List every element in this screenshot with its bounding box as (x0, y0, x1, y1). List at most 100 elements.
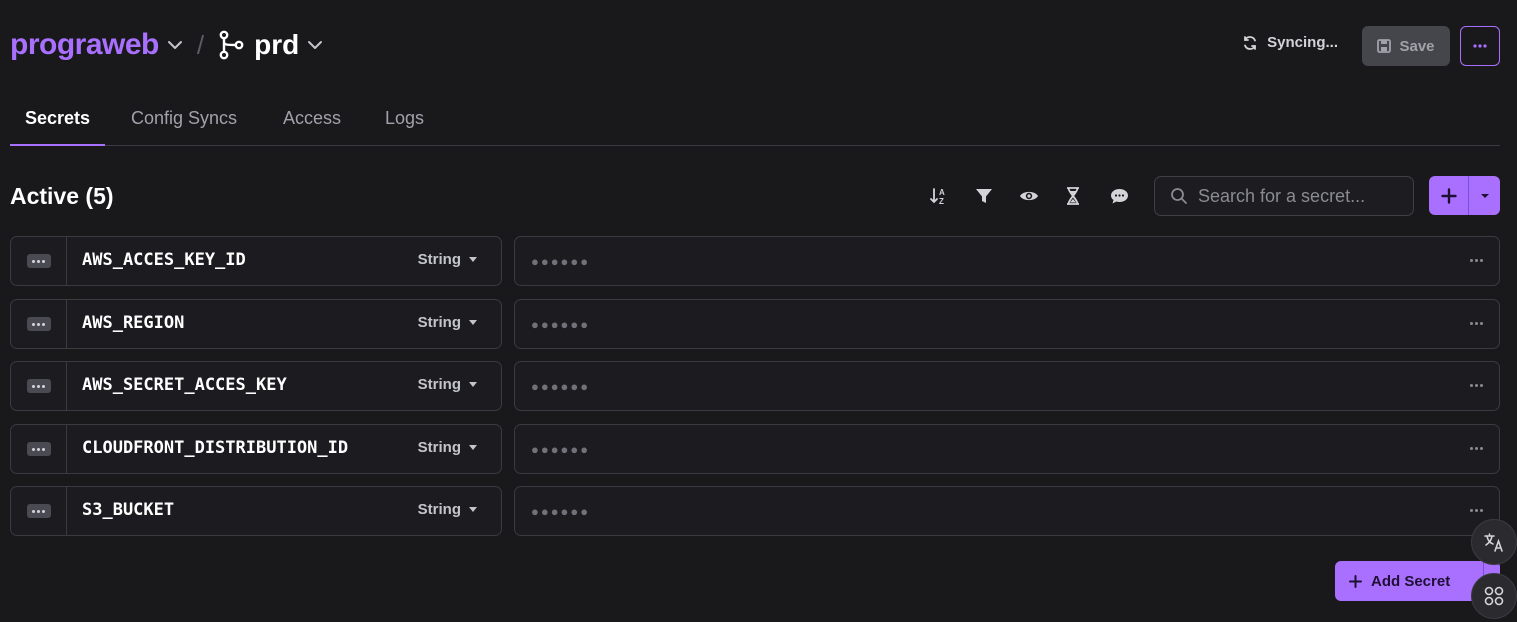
hourglass-icon[interactable] (1062, 185, 1084, 207)
row-menu-handle[interactable] (11, 300, 67, 348)
branch-name[interactable]: prd (254, 29, 299, 61)
add-secret-split-button (1429, 176, 1500, 215)
secret-value-cell[interactable]: ●●●●●● (514, 299, 1500, 349)
caret-down-icon (469, 382, 477, 387)
secret-type-label: String (417, 376, 461, 393)
secret-type-dropdown[interactable]: String (418, 251, 477, 268)
ellipsis-icon (1473, 44, 1487, 48)
filter-icon[interactable] (973, 185, 995, 207)
translate-button[interactable] (1471, 519, 1517, 565)
secret-type-label: String (417, 501, 461, 518)
tab-secrets[interactable]: Secrets (25, 108, 90, 129)
secret-key-name[interactable]: S3_BUCKET (82, 500, 174, 520)
apps-button[interactable] (1471, 573, 1517, 619)
secret-type-dropdown[interactable]: String (418, 314, 477, 331)
tab-access[interactable]: Access (283, 108, 341, 129)
sync-status: Syncing... (1242, 34, 1338, 51)
svg-text:Z: Z (939, 197, 944, 206)
chevron-down-icon[interactable] (165, 35, 185, 55)
search-input[interactable] (1196, 184, 1400, 208)
secret-value-cell[interactable]: ●●●●●● (514, 486, 1500, 536)
sync-status-text: Syncing... (1267, 34, 1338, 51)
row-menu-handle[interactable] (11, 425, 67, 473)
sort-icon[interactable]: A Z (928, 185, 950, 207)
svg-text:A: A (939, 188, 945, 197)
active-tab-indicator (10, 144, 105, 146)
ellipsis-icon (26, 504, 51, 518)
value-options-icon[interactable] (1470, 509, 1483, 512)
secret-key-cell: AWS_REGION String (10, 299, 502, 349)
row-menu-handle[interactable] (11, 362, 67, 410)
caret-down-icon (1480, 193, 1489, 198)
secret-row: AWS_REGION String ●●●●●● (10, 299, 1500, 349)
more-options-button[interactable] (1460, 26, 1500, 66)
tab-config-syncs[interactable]: Config Syncs (131, 108, 237, 129)
secret-row: CLOUDFRONT_DISTRIBUTION_ID String ●●●●●● (10, 424, 1500, 474)
secret-key-name[interactable]: AWS_ACCES_KEY_ID (82, 250, 246, 270)
tab-bar: Secrets Config Syncs Access Logs (10, 100, 1500, 146)
secret-value-cell[interactable]: ●●●●●● (514, 361, 1500, 411)
command-icon (1484, 586, 1504, 606)
secret-type-dropdown[interactable]: String (418, 501, 477, 518)
secret-value-masked: ●●●●●● (531, 442, 591, 457)
add-options-dropdown[interactable] (1469, 176, 1500, 215)
breadcrumb: prograweb / prd (10, 28, 325, 62)
add-secret-button[interactable]: Add Secret (1335, 573, 1483, 590)
breadcrumb-separator: / (196, 29, 205, 60)
secret-key-cell: AWS_ACCES_KEY_ID String (10, 236, 502, 286)
secret-row: S3_BUCKET String ●●●●●● (10, 486, 1500, 536)
secret-value-cell[interactable]: ●●●●●● (514, 424, 1500, 474)
plus-icon (1441, 187, 1457, 204)
secret-key-cell: AWS_SECRET_ACCES_KEY String (10, 361, 502, 411)
secrets-page: prograweb / prd Syncing... Save Secrets … (0, 0, 1517, 622)
chevron-down-icon[interactable] (305, 35, 325, 55)
git-branch-icon (219, 30, 244, 60)
tab-logs[interactable]: Logs (385, 108, 424, 129)
secret-value-masked: ●●●●●● (531, 379, 591, 394)
section-title: Active (5) (10, 183, 114, 209)
save-button-label: Save (1399, 37, 1435, 55)
row-menu-handle[interactable] (11, 487, 67, 535)
secret-type-label: String (417, 314, 461, 331)
plus-icon (1349, 574, 1362, 588)
secret-key-cell: S3_BUCKET String (10, 486, 502, 536)
project-name[interactable]: prograweb (10, 28, 159, 62)
secret-row: AWS_SECRET_ACCES_KEY String ●●●●●● (10, 361, 1500, 411)
secret-value-cell[interactable]: ●●●●●● (514, 236, 1500, 286)
search-box (1154, 176, 1414, 216)
ellipsis-icon (26, 379, 51, 393)
search-icon (1171, 188, 1187, 204)
save-button[interactable]: Save (1362, 26, 1450, 66)
value-options-icon[interactable] (1470, 384, 1483, 387)
floppy-disk-icon (1377, 39, 1392, 53)
comment-icon[interactable] (1108, 185, 1130, 207)
translate-icon (1484, 533, 1503, 552)
secret-value-masked: ●●●●●● (531, 504, 591, 519)
add-secret-label: Add Secret (1371, 572, 1451, 590)
sync-icon (1244, 35, 1257, 50)
secret-type-label: String (417, 439, 461, 456)
secret-type-dropdown[interactable]: String (418, 439, 477, 456)
secret-key-cell: CLOUDFRONT_DISTRIBUTION_ID String (10, 424, 502, 474)
caret-down-icon (469, 257, 477, 262)
value-options-icon[interactable] (1470, 447, 1483, 450)
ellipsis-icon (26, 317, 51, 331)
caret-down-icon (469, 507, 477, 512)
ellipsis-icon (26, 254, 51, 268)
secret-value-masked: ●●●●●● (531, 254, 591, 269)
secret-type-dropdown[interactable]: String (418, 376, 477, 393)
caret-down-icon (469, 320, 477, 325)
row-menu-handle[interactable] (11, 237, 67, 285)
value-options-icon[interactable] (1470, 259, 1483, 262)
value-options-icon[interactable] (1470, 322, 1483, 325)
secret-value-masked: ●●●●●● (531, 317, 591, 332)
secret-type-label: String (417, 251, 461, 268)
secret-key-name[interactable]: CLOUDFRONT_DISTRIBUTION_ID (82, 438, 348, 458)
ellipsis-icon (26, 442, 51, 456)
eye-icon[interactable] (1018, 185, 1040, 207)
secret-key-name[interactable]: AWS_REGION (82, 313, 184, 333)
header: prograweb / prd Syncing... Save (10, 26, 1500, 66)
secret-key-name[interactable]: AWS_SECRET_ACCES_KEY (82, 375, 287, 395)
add-secret-button[interactable] (1429, 176, 1470, 215)
caret-down-icon (469, 445, 477, 450)
